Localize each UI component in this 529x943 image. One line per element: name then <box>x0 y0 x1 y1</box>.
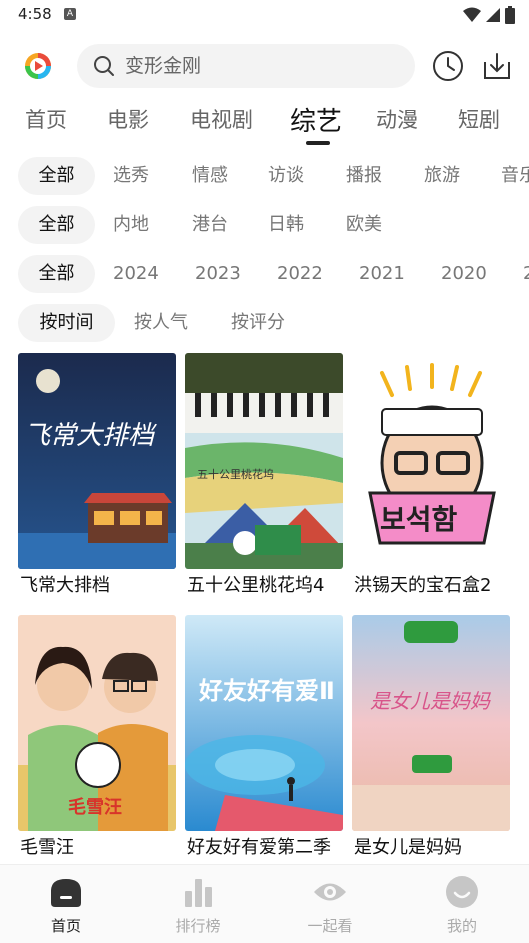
poster-image-feichang <box>18 353 176 569</box>
nav-item-watch-together[interactable]: 一起看 <box>285 875 375 936</box>
download-icon[interactable] <box>481 50 513 82</box>
eye-icon <box>314 883 346 901</box>
year-chip-all[interactable]: 全部 <box>18 255 95 293</box>
year-chip[interactable]: 2019 <box>523 255 529 293</box>
active-tab-indicator <box>306 141 330 145</box>
poster-image-taohuawu <box>185 353 343 569</box>
nav-item-home[interactable]: 首页 <box>21 875 111 936</box>
status-bar: 4:58 A <box>0 0 529 30</box>
show-card[interactable]: 보석함 洪锡天的宝石盒2 <box>352 353 510 596</box>
home-icon <box>51 879 81 907</box>
tab-anime[interactable]: 动漫 <box>376 104 418 134</box>
status-time: 4:58 <box>18 5 52 23</box>
show-title[interactable]: 五十公里桃花坞4 <box>187 573 345 599</box>
sort-chip-by-time[interactable]: 按时间 <box>18 304 115 342</box>
show-title[interactable]: 飞常大排档 <box>20 573 178 599</box>
year-chip[interactable]: 2024 <box>113 255 159 293</box>
app-logo-icon[interactable] <box>24 52 52 80</box>
nav-label: 首页 <box>50 917 81 935</box>
genre-chip[interactable]: 情感 <box>192 157 228 195</box>
genre-chip[interactable]: 播报 <box>346 157 382 195</box>
poster-image-haoyou <box>185 615 343 831</box>
ranking-icon <box>185 879 212 907</box>
year-chip[interactable]: 2021 <box>359 255 405 293</box>
notification-icon: A <box>64 8 76 20</box>
poster-image-daughter-mother <box>352 615 510 831</box>
region-chip[interactable]: 内地 <box>113 206 149 244</box>
tab-variety[interactable]: 综艺 <box>290 101 342 138</box>
search-icon <box>94 56 114 76</box>
show-poster[interactable]: 보석함 <box>352 353 510 569</box>
genre-chip[interactable]: 旅游 <box>424 157 460 195</box>
poster-caption: 보석함 <box>380 503 458 536</box>
year-chip[interactable]: 2022 <box>277 255 323 293</box>
year-chip[interactable]: 2023 <box>195 255 241 293</box>
show-card[interactable]: 毛雪汪 毛雪汪 <box>18 615 176 858</box>
show-poster[interactable]: 毛雪汪 <box>18 615 176 831</box>
genre-chip-all[interactable]: 全部 <box>18 157 95 195</box>
status-icons <box>463 6 515 24</box>
show-card[interactable]: 五十公里桃花坞 五十公里桃花坞4 <box>185 353 343 596</box>
history-clock-icon[interactable] <box>432 50 464 82</box>
region-chip-all[interactable]: 全部 <box>18 206 95 244</box>
show-title[interactable]: 洪锡天的宝石盒2 <box>354 573 512 599</box>
search-placeholder: 变形金刚 <box>125 55 202 77</box>
filter-row-genre: 全部 选秀 情感 访谈 播报 旅游 音乐 <box>0 157 529 197</box>
genre-chip[interactable]: 音乐 <box>501 157 529 195</box>
bottom-nav: 首页 排行榜 一起看 我的 <box>0 864 529 943</box>
wifi-icon <box>463 7 481 22</box>
show-poster[interactable]: 五十公里桃花坞 <box>185 353 343 569</box>
poster-caption: 飞常大排档 <box>24 421 155 451</box>
tab-short-drama[interactable]: 短剧 <box>458 104 500 134</box>
year-chip[interactable]: 2020 <box>441 255 487 293</box>
nav-label: 我的 <box>446 917 477 935</box>
show-title[interactable]: 毛雪汪 <box>20 835 178 861</box>
tab-tv-series[interactable]: 电视剧 <box>190 104 253 134</box>
sort-chip-by-rating[interactable]: 按评分 <box>231 304 285 342</box>
nav-item-ranking[interactable]: 排行榜 <box>153 875 243 936</box>
show-poster[interactable]: 好友好有爱Ⅱ <box>185 615 343 831</box>
genre-chip[interactable]: 选秀 <box>113 157 149 195</box>
nav-label: 一起看 <box>307 917 353 935</box>
region-chip[interactable]: 欧美 <box>346 206 382 244</box>
poster-caption: 是女儿是妈妈 <box>370 689 490 713</box>
show-card[interactable]: 是女儿是妈妈 是女儿是妈妈 <box>352 615 510 858</box>
region-chip[interactable]: 日韩 <box>268 206 304 244</box>
poster-caption: 好友好有爱Ⅱ <box>199 677 335 705</box>
show-card[interactable]: 飞常大排档 飞常大排档 <box>18 353 176 596</box>
show-title[interactable]: 是女儿是妈妈 <box>354 835 512 861</box>
poster-caption: 五十公里桃花坞 <box>197 468 274 481</box>
signal-icon <box>486 8 500 22</box>
show-card[interactable]: 好友好有爱Ⅱ 好友好有爱第二季 <box>185 615 343 858</box>
show-poster[interactable]: 是女儿是妈妈 <box>352 615 510 831</box>
region-chip[interactable]: 港台 <box>192 206 228 244</box>
nav-label: 排行榜 <box>175 917 221 935</box>
poster-caption: 毛雪汪 <box>68 797 122 818</box>
tab-home[interactable]: 首页 <box>25 104 67 134</box>
show-poster[interactable]: 飞常大排档 <box>18 353 176 569</box>
filter-row-year: 全部 2024 2023 2022 2021 2020 2019 <box>0 255 529 295</box>
profile-icon <box>446 876 478 908</box>
nav-item-profile[interactable]: 我的 <box>417 875 507 936</box>
filter-row-region: 全部 内地 港台 日韩 欧美 <box>0 206 529 246</box>
genre-chip[interactable]: 访谈 <box>268 157 304 195</box>
battery-icon <box>505 6 515 24</box>
search-input[interactable]: 变形金刚 <box>77 44 415 88</box>
tab-movie[interactable]: 电影 <box>107 104 149 134</box>
channel-tabs: 首页 电影 电视剧 综艺 动漫 短剧 <box>0 100 529 148</box>
sort-chip-by-popularity[interactable]: 按人气 <box>134 304 188 342</box>
top-bar: 变形金刚 <box>0 40 529 92</box>
filter-row-sort: 按时间 按人气 按评分 <box>0 304 529 344</box>
show-title[interactable]: 好友好有爱第二季 <box>187 835 345 861</box>
